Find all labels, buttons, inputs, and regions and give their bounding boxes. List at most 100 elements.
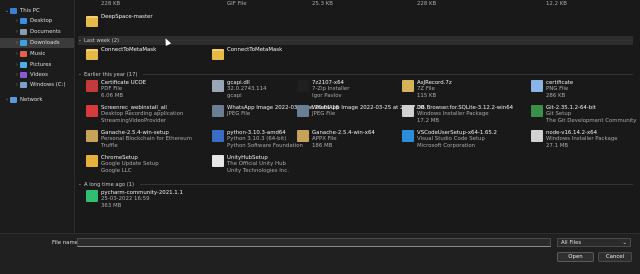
file-icon xyxy=(297,80,309,92)
file-name-label: File name: xyxy=(52,240,80,246)
group-divider xyxy=(143,74,633,75)
sidebar-item-label: Desktop xyxy=(30,18,53,24)
file-item-text: DB.Browser.for.SQLite-3.12.2-win64 Window… xyxy=(417,105,513,124)
group-title: Last week (2) xyxy=(84,37,120,44)
file-item[interactable]: 7z2107-x64 7-Zip Installer Igor Pavlov xyxy=(297,80,349,99)
file-size: 6.06 MB xyxy=(101,92,124,99)
file-icon xyxy=(86,190,98,202)
file-list[interactable]: 228 KB GIF File 25.3 KB 228 KB 12.2 KB DeepSp… xyxy=(76,0,640,233)
file-item-text: VSCodeUserSetup-x64-1.65.2 Visual Studio … xyxy=(417,130,497,149)
file-icon xyxy=(402,105,414,117)
sidebar-item[interactable]: › Desktop xyxy=(0,16,74,26)
file-icon xyxy=(402,130,414,142)
file-size: Truffle xyxy=(101,142,118,149)
group-header[interactable]: ⌄ A long time ago (1) xyxy=(78,180,633,189)
group-divider xyxy=(125,40,633,41)
file-icon xyxy=(212,155,224,167)
sidebar-item[interactable]: › Documents xyxy=(0,27,74,37)
folder-icon xyxy=(86,49,98,60)
file-item[interactable]: ConnectToMetaMask xyxy=(212,47,282,60)
file-item[interactable]: Git-2.35.1.2-64-bit Git Setup The Git Deve… xyxy=(531,105,636,124)
file-item[interactable]: ConnectToMetaMask xyxy=(86,47,156,60)
file-icon xyxy=(531,80,543,92)
file-icon xyxy=(531,105,543,117)
file-item-text: pycharm-community-2021.1.1 25-03-2022 16:… xyxy=(101,190,183,209)
sidebar-item[interactable]: › Music xyxy=(0,49,74,59)
file-item[interactable]: UnityHubSetup The Official Unity Hub Unity… xyxy=(212,155,289,174)
file-item-text: Ganache-2.5.4-win-x64 APPX File 186 MB xyxy=(312,130,375,149)
file-size: The Git Development Community xyxy=(546,117,637,124)
file-icon xyxy=(212,105,224,117)
folder-icon xyxy=(10,97,17,103)
group-divider xyxy=(140,184,633,185)
file-item-text: gcapi.dll 32.0.2743.114 gcapi xyxy=(227,80,266,99)
file-item[interactable]: Certificate UCOE PDF File 6.06 MB xyxy=(86,80,146,99)
sidebar-item[interactable]: › Network xyxy=(0,95,74,105)
file-item-text: DeepSpace-master xyxy=(101,14,153,20)
file-size: 228 KB xyxy=(417,1,437,7)
sidebar-item[interactable]: › Videos xyxy=(0,70,74,80)
file-item-text: Certificate UCOE PDF File 6.06 MB xyxy=(101,80,146,99)
navigation-pane[interactable]: ⌄ This PC › Desktop › Documents › Downloads › Mus… xyxy=(0,0,75,233)
file-icon xyxy=(86,130,98,142)
file-item[interactable]: certificate PNG File 286 KB xyxy=(531,80,573,99)
sidebar-item-label: Music xyxy=(30,51,46,57)
open-button[interactable]: Open xyxy=(557,252,594,262)
file-item[interactable]: node-v16.14.2-x64 Windows Installer Packa… xyxy=(531,130,618,149)
file-name-input[interactable] xyxy=(77,238,551,247)
file-item[interactable]: VSCodeUserSetup-x64-1.65.2 Visual Studio … xyxy=(402,130,497,149)
file-type-filter[interactable]: All Files ⌄ xyxy=(557,238,631,247)
file-item-text: python-3.10.3-amd64 Python 3.10.3 (64-bit… xyxy=(227,130,303,149)
file-item[interactable]: python-3.10.3-amd64 Python 3.10.3 (64-bit… xyxy=(212,130,303,149)
sidebar-item[interactable]: ⌄ This PC xyxy=(0,6,74,16)
file-size: 12.2 KB xyxy=(546,1,567,7)
folder-icon xyxy=(20,40,27,46)
file-item-text: Ganache-2.5.4-win-setup Personal Blockcha… xyxy=(101,130,192,149)
file-icon xyxy=(86,80,98,92)
folder-icon xyxy=(20,51,27,57)
sidebar-item-label: Pictures xyxy=(30,62,52,68)
file-item[interactable]: AsJRecord.7z 7Z File 115 KB xyxy=(402,80,452,99)
file-size: Python Software Foundation xyxy=(227,142,303,149)
file-item[interactable]: Ganache-2.5.4-win-setup Personal Blockcha… xyxy=(86,130,192,149)
file-item[interactable]: Ganache-2.5.4-win-x64 APPX File 186 MB xyxy=(297,130,375,149)
folder-icon xyxy=(10,8,17,14)
file-item-text: ConnectToMetaMask xyxy=(101,47,156,53)
file-name: DeepSpace-master xyxy=(101,14,153,20)
file-item[interactable]: gcapi.dll 32.0.2743.114 gcapi xyxy=(212,80,266,99)
folder-icon xyxy=(20,29,27,35)
file-name: ConnectToMetaMask xyxy=(227,47,283,53)
sidebar-item-label: Videos xyxy=(30,72,48,78)
sidebar-item[interactable]: › Windows (C:) xyxy=(0,80,74,90)
file-icon xyxy=(402,80,414,92)
sidebar-item-label: Network xyxy=(20,97,43,103)
file-item-text: node-v16.14.2-x64 Windows Installer Packa… xyxy=(546,130,618,149)
sidebar-item[interactable]: › Downloads xyxy=(0,38,74,48)
file-icon xyxy=(86,105,98,117)
file-size: Unity Technologies Inc. xyxy=(227,167,289,174)
group-title: A long time ago (1) xyxy=(84,181,135,188)
cancel-button[interactable]: Cancel xyxy=(598,252,632,262)
file-size: gcapi xyxy=(227,92,242,99)
file-icon xyxy=(86,155,98,167)
sidebar-item[interactable]: › Pictures xyxy=(0,60,74,70)
group-header[interactable]: ⌄ Last week (2) xyxy=(78,36,633,45)
file-item[interactable]: Screenrec_webinstall_all Desktop Recordin… xyxy=(86,105,183,124)
file-size: 17.2 MB xyxy=(417,117,440,124)
file-icon xyxy=(297,105,309,117)
file-item[interactable]: ChromeSetup Google Update Setup Google LLC xyxy=(86,155,159,174)
folder-icon xyxy=(20,72,27,78)
file-item[interactable]: DB.Browser.for.SQLite-3.12.2-win64 Window… xyxy=(402,105,513,124)
group-header[interactable]: ⌄ Earlier this year (17) xyxy=(78,70,633,79)
file-name: ConnectToMetaMask xyxy=(101,47,157,53)
file-item-text: UnityHubSetup The Official Unity Hub Unity… xyxy=(227,155,289,174)
file-item-text: ChromeSetup Google Update Setup Google LLC xyxy=(101,155,159,174)
file-size: 186 MB xyxy=(312,142,333,149)
sidebar-item-label: This PC xyxy=(20,8,40,14)
file-size: Igor Pavlov xyxy=(312,92,342,99)
file-item[interactable]: DeepSpace-master xyxy=(86,14,153,27)
file-size: 286 KB xyxy=(546,92,566,99)
file-item[interactable]: pycharm-community-2021.1.1 25-03-2022 16:… xyxy=(86,190,183,209)
file-size: StreamingVideoProvider xyxy=(101,117,167,124)
file-size: 228 KB xyxy=(101,1,121,7)
